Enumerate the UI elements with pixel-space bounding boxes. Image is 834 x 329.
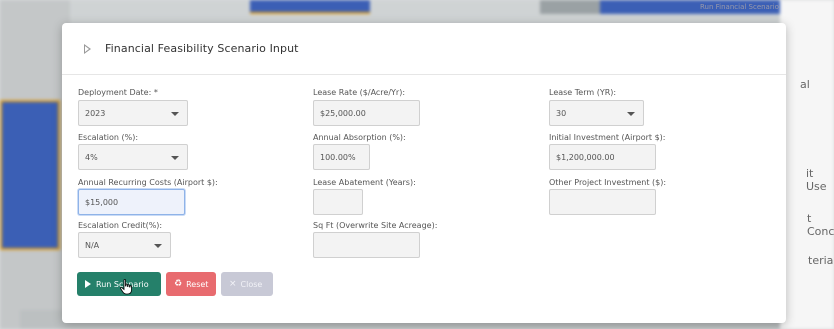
recycle-icon: ♻ xyxy=(174,279,183,289)
annual-recurring-costs-input[interactable]: $15,000 xyxy=(78,189,185,215)
lease-rate-value: $25,000.00 xyxy=(320,108,366,118)
annual-absorption-label: Annual Absorption (%): xyxy=(313,133,406,142)
hand-cursor-icon xyxy=(120,279,132,295)
run-scenario-button[interactable]: Run Scenario xyxy=(77,272,161,296)
modal-header[interactable]: Financial Feasibility Scenario Input xyxy=(62,23,786,75)
lease-abatement-label: Lease Abatement (Years): xyxy=(313,178,416,187)
sq-ft-label: Sq Ft (Overwrite Site Acreage): xyxy=(313,221,438,230)
reset-button[interactable]: ♻ Reset xyxy=(166,272,216,296)
initial-investment-value: $1,200,000.00 xyxy=(556,152,615,162)
annual-absorption-input[interactable]: 100.00% xyxy=(313,144,370,170)
chevron-down-icon xyxy=(171,156,179,160)
annual-recurring-costs-label: Annual Recurring Costs (Airport $): xyxy=(78,178,218,187)
play-icon xyxy=(85,280,91,288)
other-project-investment-input[interactable] xyxy=(549,189,656,215)
sq-ft-input[interactable] xyxy=(313,232,420,258)
background-side-label-1: al xyxy=(800,78,810,91)
reset-label: Reset xyxy=(186,279,209,289)
escalation-select[interactable]: 4% xyxy=(78,144,188,170)
initial-investment-input[interactable]: $1,200,000.00 xyxy=(549,144,656,170)
financial-scenario-modal: Financial Feasibility Scenario Input Dep… xyxy=(62,23,786,323)
background-side-label-3: t Conc xyxy=(807,212,834,238)
close-button[interactable]: × Close xyxy=(221,272,273,296)
background-side-label-4: terials xyxy=(808,254,834,267)
chevron-down-icon xyxy=(627,112,635,116)
close-label: Close xyxy=(240,279,263,289)
lease-abatement-input[interactable] xyxy=(313,189,363,215)
lease-rate-label: Lease Rate ($/Acre/Yr): xyxy=(313,88,406,97)
deployment-date-value: 2023 xyxy=(85,108,106,118)
annual-absorption-value: 100.00% xyxy=(320,152,356,162)
lease-term-select[interactable]: 30 xyxy=(549,100,644,126)
deployment-date-select[interactable]: 2023 xyxy=(78,100,188,126)
escalation-label: Escalation (%): xyxy=(78,133,139,142)
chevron-down-icon xyxy=(171,112,179,116)
annual-recurring-costs-value: $15,000 xyxy=(85,197,119,207)
chevron-down-icon xyxy=(154,244,162,248)
background-top-label: Run Financial Scenario xyxy=(700,3,779,11)
other-project-investment-label: Other Project Investment ($): xyxy=(549,178,667,187)
lease-rate-input[interactable]: $25,000.00 xyxy=(313,100,420,126)
initial-investment-label: Initial Investment (Airport $): xyxy=(549,133,666,142)
collapse-caret-icon[interactable] xyxy=(84,43,91,54)
escalation-value: 4% xyxy=(85,152,98,162)
modal-title: Financial Feasibility Scenario Input xyxy=(105,42,299,55)
escalation-credit-label: Escalation Credit(%): xyxy=(78,221,163,230)
escalation-credit-value: N/A xyxy=(85,240,100,250)
deployment-date-label: Deployment Date: * xyxy=(78,88,158,97)
lease-term-value: 30 xyxy=(556,108,567,118)
lease-term-label: Lease Term (YR): xyxy=(549,88,617,97)
escalation-credit-select[interactable]: N/A xyxy=(78,232,171,258)
close-icon: × xyxy=(229,279,237,289)
background-side-label-2: it Use xyxy=(806,167,827,193)
